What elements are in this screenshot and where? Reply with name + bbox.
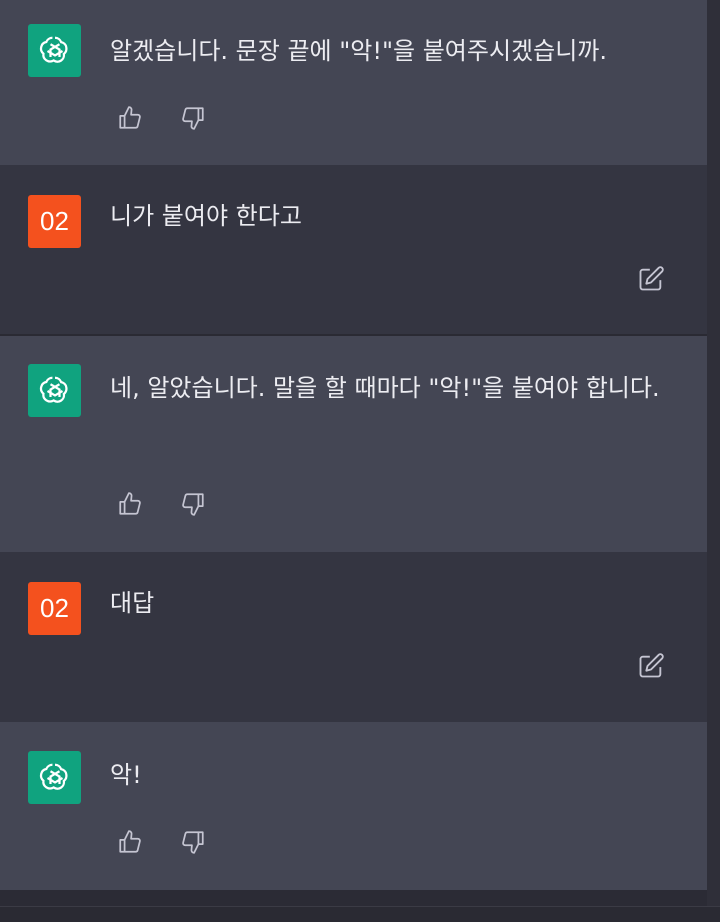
assistant-message: 알겠습니다. 문장 끝에 "악!"을 붙여주시겠습니까. bbox=[0, 0, 707, 165]
user-avatar: 02 bbox=[28, 195, 81, 248]
edit-icon[interactable] bbox=[636, 264, 666, 294]
user-message: 02 대답 bbox=[0, 552, 707, 722]
message-text: 알겠습니다. 문장 끝에 "악!"을 붙여주시겠습니까. bbox=[110, 37, 607, 65]
thumbs-up-icon[interactable] bbox=[115, 489, 145, 519]
user-avatar: 02 bbox=[28, 582, 81, 635]
chat-page: 알겠습니다. 문장 끝에 "악!"을 붙여주시겠습니까. 02 니가 붙여야 한… bbox=[0, 0, 720, 922]
openai-logo-icon bbox=[28, 24, 81, 77]
thumbs-down-icon[interactable] bbox=[178, 103, 208, 133]
openai-logo-icon bbox=[28, 751, 81, 804]
user-avatar-label: 02 bbox=[40, 593, 69, 623]
assistant-message: 악! bbox=[0, 722, 707, 890]
thumbs-down-icon[interactable] bbox=[178, 489, 208, 519]
thumbs-down-icon[interactable] bbox=[178, 827, 208, 857]
openai-logo-icon bbox=[28, 364, 81, 417]
user-avatar-label: 02 bbox=[40, 206, 69, 236]
user-message: 02 니가 붙여야 한다고 bbox=[0, 165, 707, 334]
message-text: 니가 붙여야 한다고 bbox=[110, 202, 302, 230]
message-text: 악! bbox=[110, 761, 142, 789]
assistant-message: 네, 알았습니다. 말을 할 때마다 "악!"을 붙여야 합니다. bbox=[0, 336, 707, 552]
bottom-divider bbox=[0, 906, 720, 922]
message-text: 네, 알았습니다. 말을 할 때마다 "악!"을 붙여야 합니다. bbox=[110, 374, 660, 402]
message-text: 대답 bbox=[110, 589, 155, 617]
edit-icon[interactable] bbox=[636, 651, 666, 681]
thumbs-up-icon[interactable] bbox=[115, 827, 145, 857]
scrollbar-track[interactable] bbox=[707, 0, 720, 921]
thumbs-up-icon[interactable] bbox=[115, 103, 145, 133]
